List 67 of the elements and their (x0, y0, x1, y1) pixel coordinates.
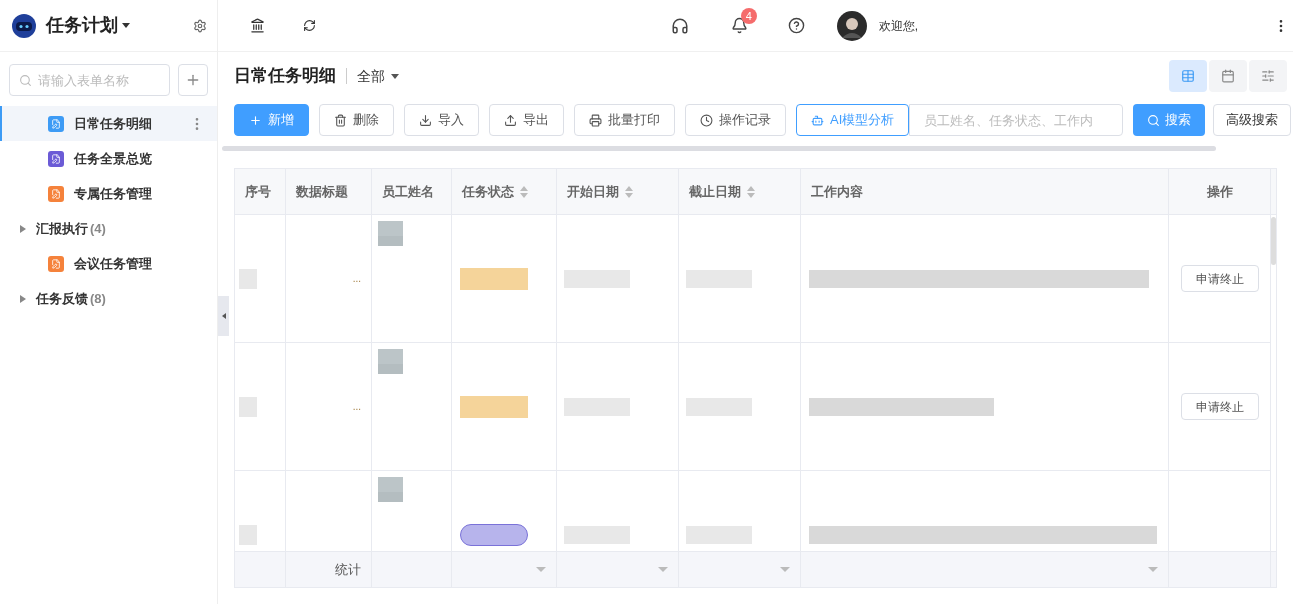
terminate-request-button[interactable]: 申请终止 (1180, 393, 1259, 420)
dropdown-caret-icon[interactable] (1148, 567, 1158, 572)
sidebar-item[interactable]: 会议任务管理 (0, 246, 217, 281)
expand-caret-icon (20, 224, 26, 233)
search-icon (1147, 113, 1161, 127)
search-icon (19, 74, 32, 87)
help-icon[interactable] (787, 17, 805, 34)
record-search-field[interactable]: 员工姓名、任务状态、工作内 (909, 104, 1124, 136)
bank-icon[interactable] (250, 18, 265, 33)
calendar-icon (1221, 69, 1235, 83)
robot-logo-icon (10, 11, 38, 40)
terminate-request-button[interactable]: 申请终止 (1180, 265, 1259, 292)
collapse-handle[interactable] (218, 296, 229, 336)
greeting-text: 欢迎您, (878, 17, 919, 35)
column-header: 工作内容 (801, 169, 1169, 214)
toolbar-button[interactable]: 导入 (404, 104, 479, 136)
column-header: 操作 (1169, 169, 1271, 214)
view-toggle[interactable] (1209, 60, 1247, 92)
avatar[interactable] (836, 10, 867, 41)
plus-icon (185, 72, 201, 88)
toolbar-button[interactable]: 删除 (319, 104, 394, 136)
sliders-icon (1261, 69, 1275, 83)
cell-text: ... (352, 400, 361, 414)
sidebar-item[interactable]: 任务全景总览 (0, 141, 217, 176)
column-header[interactable]: 任务状态 (452, 169, 557, 214)
column-header[interactable]: 开始日期 (557, 169, 679, 214)
clock-icon (700, 113, 713, 127)
sidebar-item[interactable]: 专属任务管理 (0, 176, 217, 211)
add-button[interactable] (178, 64, 208, 96)
filter-dropdown[interactable]: 全部 (357, 65, 399, 87)
notification-badge: 4 (740, 8, 757, 24)
advanced-search-button[interactable]: 高级搜索 (1213, 104, 1292, 136)
dropdown-caret-icon[interactable] (658, 567, 668, 572)
table-icon (1181, 69, 1195, 83)
plus-icon (249, 113, 262, 127)
refresh-icon[interactable] (303, 19, 316, 32)
sort-icon (747, 185, 755, 198)
download-icon (419, 113, 432, 127)
summary-label: 统计 (335, 560, 361, 579)
column-header[interactable]: 截止日期 (679, 169, 801, 214)
robot-icon (811, 113, 824, 127)
toolbar-button[interactable]: 导出 (489, 104, 564, 136)
toolbar-button[interactable]: 批量打印 (574, 104, 675, 136)
trash-icon (334, 113, 347, 127)
dropdown-caret-icon[interactable] (780, 567, 790, 572)
column-header: 序号 (235, 169, 286, 214)
headset-icon[interactable] (670, 16, 689, 35)
form-search-field[interactable]: 请输入表单名称 (9, 64, 170, 96)
dropdown-caret-icon[interactable] (536, 567, 546, 572)
column-header: 员工姓名 (372, 169, 452, 214)
sort-icon (520, 185, 528, 198)
view-toggle[interactable] (1249, 60, 1287, 92)
sidebar-item[interactable]: 日常任务明细 (0, 106, 217, 141)
bell-icon[interactable] (730, 17, 748, 34)
page-title: 日常任务明细 (234, 65, 336, 88)
app-title-dropdown[interactable]: 任务计划 (46, 12, 130, 39)
printer-icon (589, 113, 602, 127)
settings-icon[interactable] (193, 18, 207, 33)
view-toggle[interactable] (1169, 60, 1207, 92)
column-header: 数据标题 (286, 169, 372, 214)
sidebar-group[interactable]: 汇报执行(4) (0, 211, 217, 246)
sidebar-group[interactable]: 任务反馈(8) (0, 281, 217, 316)
expand-caret-icon (20, 294, 26, 303)
cell-text: ... (352, 272, 361, 286)
toolbar-button[interactable]: 操作记录 (685, 104, 786, 136)
sort-icon (625, 185, 633, 198)
upload-icon (504, 113, 517, 127)
